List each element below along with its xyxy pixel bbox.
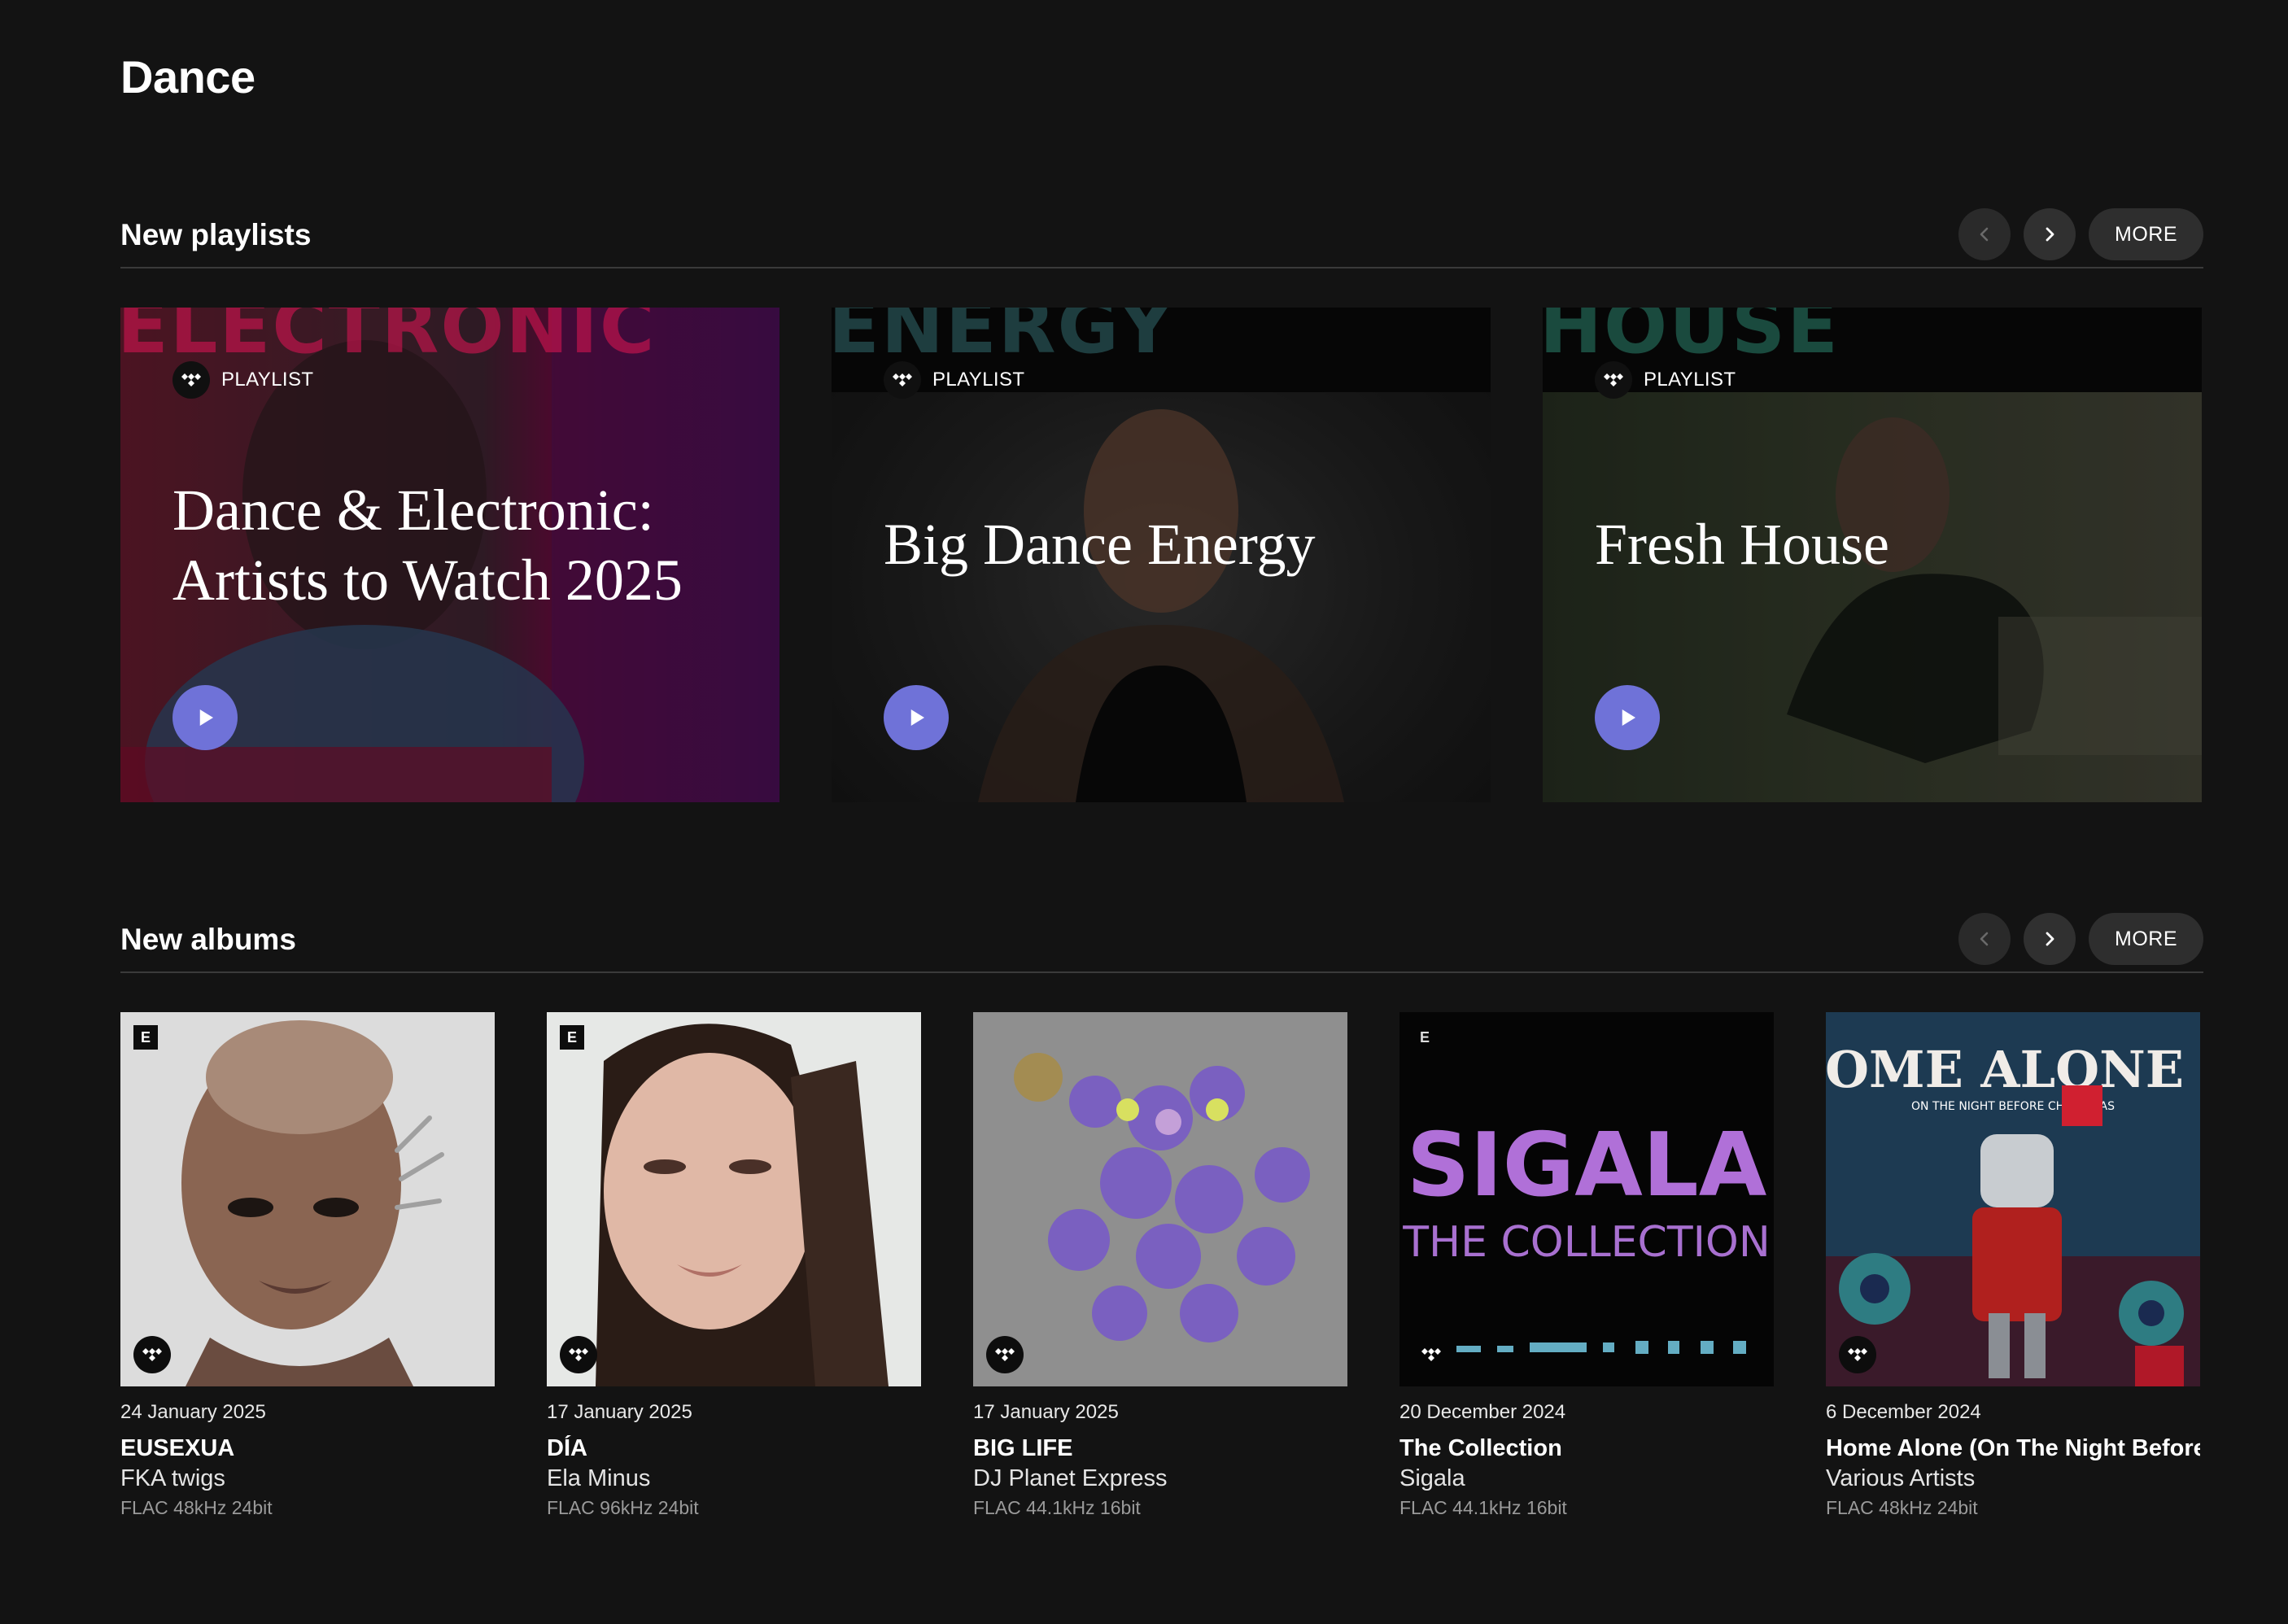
- new-playlists-section: New playlists MORE ELECTRONIC PLAYLIST D…: [120, 203, 2203, 802]
- audio-quality: FLAC 48kHz 24bit: [1826, 1497, 1978, 1518]
- playlist-badge: PLAYLIST: [1595, 361, 1736, 399]
- release-date: 20 December 2024: [1399, 1401, 1566, 1423]
- album-title[interactable]: DÍA: [547, 1435, 921, 1462]
- album-art: [120, 1012, 495, 1386]
- album-title[interactable]: BIG LIFE: [973, 1435, 1347, 1462]
- playlist-title: Dance & Electronic: Artists to Watch 202…: [172, 478, 683, 613]
- chevron-right-icon: [2046, 932, 2054, 946]
- chevron-left-icon: [1980, 932, 1989, 946]
- album-artist[interactable]: Various Artists: [1826, 1465, 2200, 1492]
- section-header: New playlists MORE: [120, 203, 2203, 268]
- album-artist[interactable]: Sigala: [1399, 1465, 1774, 1492]
- audio-quality: FLAC 48kHz 24bit: [120, 1497, 273, 1518]
- album-art: SIGALA THE COLLECTION: [1399, 1012, 1774, 1386]
- previous-button[interactable]: [1958, 208, 2011, 260]
- audio-quality: FLAC 44.1kHz 16bit: [973, 1497, 1141, 1518]
- album-art: [973, 1012, 1347, 1386]
- next-button[interactable]: [2024, 913, 2076, 965]
- new-albums-section: New albums MORE E 24 January 2025 EUSEXU…: [120, 908, 2203, 1518]
- tidal-logo-icon: [1413, 1336, 1450, 1373]
- album-title[interactable]: EUSEXUA: [120, 1435, 495, 1462]
- explicit-badge: E: [133, 1025, 158, 1050]
- cover-subtext: THE COLLECTION: [1402, 1218, 1771, 1267]
- play-button[interactable]: [884, 685, 949, 750]
- playlist-badge-label: PLAYLIST: [932, 369, 1025, 391]
- playlist-carousel: ELECTRONIC PLAYLIST Dance & Electronic: …: [120, 308, 2202, 802]
- play-icon: [199, 709, 213, 726]
- tidal-logo-icon: [986, 1336, 1024, 1373]
- more-button[interactable]: MORE: [2089, 208, 2203, 260]
- tidal-logo-icon: [133, 1336, 171, 1373]
- playlist-badge-label: PLAYLIST: [1644, 369, 1736, 391]
- section-title: New playlists: [120, 218, 312, 251]
- carousel-controls: MORE: [1958, 208, 2203, 260]
- album-card[interactable]: E 24 January 2025 EUSEXUA FKA twigs FLAC…: [120, 1012, 495, 1519]
- album-cover[interactable]: HOME ALONE II ON THE NIGHT BEFORE CHRIST…: [1826, 1012, 2200, 1386]
- tidal-logo-icon: [1595, 361, 1632, 399]
- album-title[interactable]: Home Alone (On The Night Before: [1826, 1435, 2200, 1462]
- release-date: 24 January 2025: [120, 1401, 266, 1423]
- cover-text: HOME ALONE II: [1826, 1040, 2200, 1099]
- carousel-controls: MORE: [1958, 913, 2203, 965]
- album-artist[interactable]: Ela Minus: [547, 1465, 921, 1492]
- album-cover[interactable]: E: [120, 1012, 495, 1386]
- release-date: 17 January 2025: [973, 1401, 1119, 1423]
- section-header: New albums MORE: [120, 908, 2203, 973]
- explicit-badge: E: [1419, 1028, 1430, 1046]
- play-button[interactable]: [1595, 685, 1660, 750]
- album-card[interactable]: SIGALA THE COLLECTION E 20 December 2024…: [1399, 1012, 1774, 1519]
- playlist-card[interactable]: HOUSE PLAYLIST Fresh House: [1543, 308, 2202, 802]
- chevron-right-icon: [2046, 227, 2054, 242]
- audio-quality: FLAC 96kHz 24bit: [547, 1497, 699, 1518]
- album-cover[interactable]: [973, 1012, 1347, 1386]
- cover-word: ELECTRONIC: [120, 308, 657, 370]
- album-artist[interactable]: FKA twigs: [120, 1465, 495, 1492]
- explicit-badge: E: [560, 1025, 584, 1050]
- cover-text: SIGALA: [1407, 1115, 1767, 1216]
- playlist-badge-label: PLAYLIST: [221, 369, 314, 391]
- album-cover[interactable]: E: [547, 1012, 921, 1386]
- more-button[interactable]: MORE: [2089, 913, 2203, 965]
- release-date: 17 January 2025: [547, 1401, 692, 1423]
- album-card[interactable]: HOME ALONE II ON THE NIGHT BEFORE CHRIST…: [1826, 1012, 2200, 1519]
- album-cover[interactable]: SIGALA THE COLLECTION E: [1399, 1012, 1774, 1386]
- cover-word: ENERGY: [832, 308, 1175, 370]
- playlist-card[interactable]: ELECTRONIC PLAYLIST Dance & Electronic: …: [120, 308, 779, 802]
- release-date: 6 December 2024: [1826, 1401, 1981, 1423]
- cover-word: HOUSE: [1543, 308, 1840, 370]
- album-card[interactable]: 17 January 2025 BIG LIFE DJ Planet Expre…: [973, 1012, 1347, 1519]
- tidal-logo-icon: [884, 361, 921, 399]
- album-carousel: E 24 January 2025 EUSEXUA FKA twigs FLAC…: [120, 1012, 2200, 1519]
- section-title: New albums: [120, 923, 296, 956]
- album-artist[interactable]: DJ Planet Express: [973, 1465, 1347, 1492]
- tidal-logo-icon: [172, 361, 210, 399]
- chevron-left-icon: [1980, 227, 1989, 242]
- album-art: HOME ALONE II ON THE NIGHT BEFORE CHRIST…: [1826, 1012, 2200, 1386]
- playlist-badge: PLAYLIST: [884, 361, 1024, 399]
- play-icon: [1622, 709, 1635, 726]
- playlist-title: Big Dance Energy: [884, 512, 1316, 577]
- album-card[interactable]: E 17 January 2025 DÍA Ela Minus FLAC 96k…: [547, 1012, 921, 1519]
- album-art: [547, 1012, 921, 1386]
- play-icon: [910, 709, 924, 726]
- tidal-logo-icon: [560, 1336, 597, 1373]
- playlist-card[interactable]: ENERGY PLAYLIST Big Dance Energy: [832, 308, 1491, 802]
- previous-button[interactable]: [1958, 913, 2011, 965]
- page-title: Dance: [120, 51, 255, 103]
- audio-quality: FLAC 44.1kHz 16bit: [1399, 1497, 1567, 1518]
- album-title[interactable]: The Collection: [1399, 1435, 1774, 1462]
- play-button[interactable]: [172, 685, 238, 750]
- next-button[interactable]: [2024, 208, 2076, 260]
- tidal-logo-icon: [1839, 1336, 1876, 1373]
- playlist-title: Fresh House: [1595, 512, 1889, 577]
- playlist-badge: PLAYLIST: [172, 361, 313, 399]
- dance-page: Dance New playlists MORE ELECTRONIC PLAY…: [0, 0, 2288, 1624]
